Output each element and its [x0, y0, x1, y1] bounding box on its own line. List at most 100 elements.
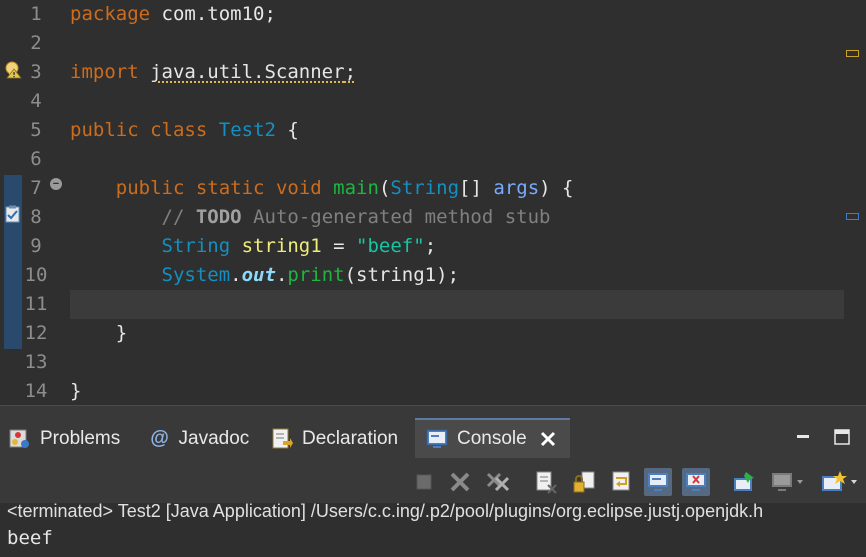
line-number: 3	[30, 61, 42, 83]
overview-warning-mark[interactable]	[846, 50, 859, 57]
overview-task-mark[interactable]	[846, 213, 859, 220]
change-indicator-bar	[4, 175, 22, 349]
scroll-lock-button[interactable]	[570, 468, 598, 496]
code-line-3[interactable]: import java.util.Scanner;	[70, 58, 356, 87]
remove-all-terminated-button[interactable]	[484, 468, 512, 496]
pin-console-button[interactable]	[730, 468, 758, 496]
semicolon: ;	[264, 3, 276, 25]
keyword: package	[70, 3, 151, 25]
word-wrap-icon	[612, 471, 630, 491]
code-line-7[interactable]: public static void main(String[] args) {	[70, 174, 574, 203]
pin-icon	[734, 472, 754, 491]
display-console-icon	[772, 473, 803, 491]
show-console-on-stderr-button[interactable]	[682, 468, 710, 496]
task-clipboard-icon[interactable]	[4, 205, 22, 223]
remove-all-icon	[486, 472, 510, 492]
paren-brace: ) {	[539, 177, 574, 199]
code-editor[interactable]: 1 2 3 4 5 6 7 8 9 10 11 12 13 14 − packa…	[0, 0, 866, 405]
view-tab-bar: Problems @ Javadoc Declaration Console	[0, 406, 866, 461]
terminate-button[interactable]	[410, 468, 438, 496]
line-number: 12	[24, 322, 48, 344]
line-number: 1	[30, 3, 42, 25]
maximize-icon[interactable]	[834, 429, 850, 445]
line-number: 6	[30, 148, 42, 170]
class-name: System	[161, 264, 231, 286]
import-path-warning[interactable]: java.util.Scanner;	[150, 61, 356, 83]
warning-lightbulb-icon[interactable]	[4, 61, 22, 79]
new-console-icon	[822, 471, 857, 491]
tab-declaration[interactable]: Declaration	[270, 420, 410, 458]
type-name: String	[390, 177, 460, 199]
dot: .	[275, 264, 288, 286]
type-name: String	[161, 235, 231, 257]
line-number: 8	[30, 206, 42, 228]
comment-text: Auto-generated method stub	[253, 206, 551, 228]
line-number: 4	[30, 90, 42, 112]
line-number: 13	[24, 351, 48, 373]
tab-console[interactable]: Console	[415, 418, 570, 458]
remove-launch-button[interactable]	[446, 468, 474, 496]
assign-operator: =	[333, 235, 345, 257]
keyword: import	[70, 61, 139, 83]
tab-label: Declaration	[302, 428, 399, 449]
brace: }	[115, 322, 128, 344]
call-end: );	[436, 264, 460, 286]
code-line-12[interactable]: }	[70, 319, 127, 348]
collapse-toggle-icon[interactable]: −	[50, 178, 62, 190]
tab-javadoc[interactable]: @ Javadoc	[150, 420, 260, 458]
keyword: public	[70, 119, 139, 141]
code-line-5[interactable]: public class Test2 {	[70, 116, 299, 145]
parameter: args	[493, 177, 540, 199]
todo-tag: TODO	[195, 206, 242, 228]
word-wrap-button[interactable]	[608, 468, 636, 496]
variable-name: string1	[241, 235, 322, 257]
clear-console-button[interactable]	[532, 468, 560, 496]
scroll-lock-icon	[573, 471, 595, 493]
eclipse-window: 1 2 3 4 5 6 7 8 9 10 11 12 13 14 − packa…	[0, 0, 866, 557]
minimize-icon[interactable]	[796, 431, 810, 443]
line-number: 5	[30, 119, 42, 141]
tab-problems[interactable]: Problems	[8, 420, 136, 458]
semicolon: ;	[344, 61, 357, 83]
tab-label: Problems	[40, 428, 121, 449]
at-icon: @	[150, 428, 169, 449]
code-line-10[interactable]: System.out.print(string1);	[70, 261, 460, 290]
brace: }	[70, 380, 82, 402]
remove-icon	[450, 472, 470, 492]
console-status-line: <terminated> Test2 [Java Application] /U…	[7, 501, 764, 521]
declaration-icon	[272, 428, 293, 449]
line-number: 10	[24, 264, 48, 286]
stderr-console-icon	[686, 473, 706, 491]
tab-label: Javadoc	[178, 428, 250, 449]
problems-icon	[9, 429, 29, 448]
code-line-1[interactable]: package com.tom10;	[70, 0, 276, 29]
keyword: class	[150, 119, 208, 141]
paren: (	[378, 177, 391, 199]
import-path: java.util.Scanner	[150, 61, 345, 83]
console-toolbar	[0, 461, 866, 503]
console-icon	[426, 429, 448, 448]
clear-console-icon	[536, 471, 557, 494]
field-name: out	[241, 264, 276, 286]
method-name: main	[333, 177, 379, 199]
method-name: print	[287, 264, 345, 286]
show-console-on-stdout-button[interactable]	[644, 468, 672, 496]
array-suffix: []	[459, 177, 482, 199]
brace: {	[287, 119, 299, 141]
current-line-highlight	[70, 290, 844, 319]
line-number: 2	[30, 32, 42, 54]
line-number: 14	[24, 380, 48, 402]
code-line-14[interactable]: }	[70, 377, 81, 406]
code-line-8[interactable]: // TODO Auto-generated method stub	[70, 203, 551, 232]
line-number: 9	[30, 235, 42, 257]
open-console-button[interactable]	[818, 468, 862, 496]
tab-label: Console	[457, 428, 527, 449]
close-icon[interactable]	[539, 430, 557, 448]
stdout-console-icon	[648, 473, 668, 491]
line-number-ruler: 1 2 3 4 5 6 7 8 9 10 11 12 13 14 −	[0, 0, 62, 405]
stop-icon	[416, 474, 432, 490]
display-selected-console-button[interactable]	[768, 468, 808, 496]
console-output[interactable]: beef	[7, 527, 53, 549]
code-line-9[interactable]: String string1 = "beef";	[70, 232, 437, 261]
paren: (	[344, 264, 357, 286]
